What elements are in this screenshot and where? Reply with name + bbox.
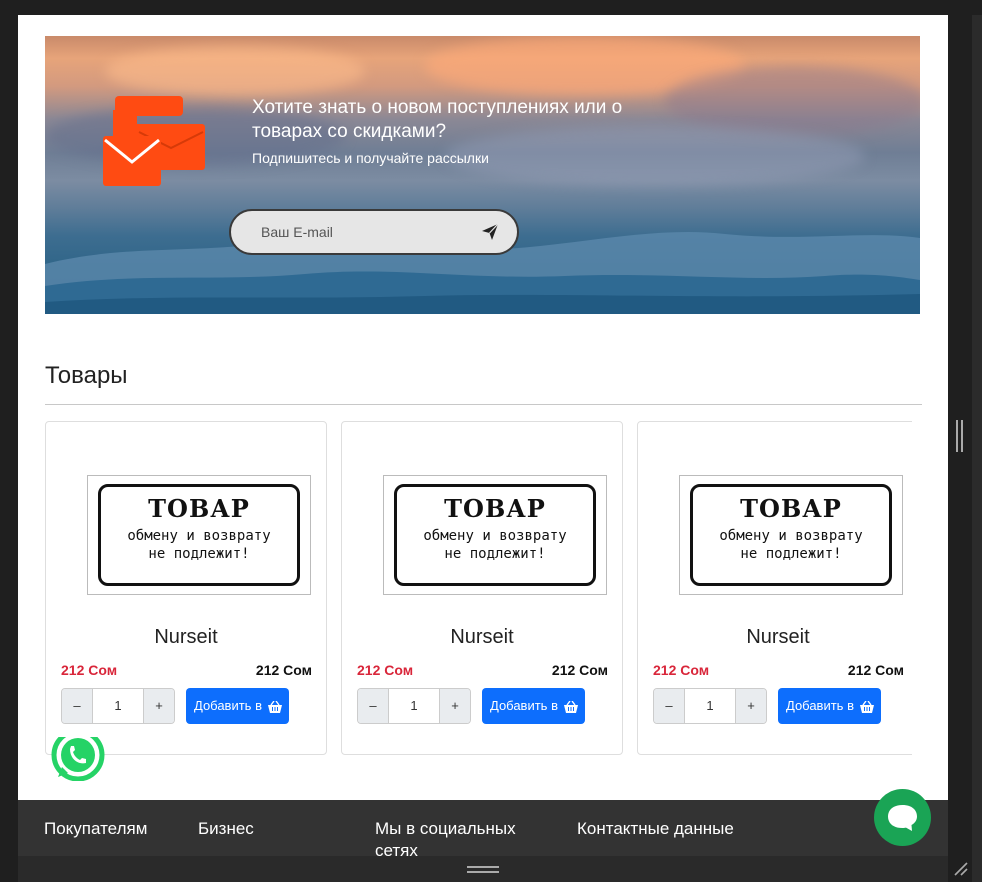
basket-icon — [267, 700, 282, 713]
increment-button[interactable]: + — [735, 689, 766, 723]
product-card[interactable]: ТОВАР обмену и возврату не подлежит! Nur… — [45, 421, 327, 755]
product-image[interactable]: ТОВАР обмену и возврату не подлежит! — [679, 475, 903, 595]
drag-grip-handle[interactable] — [467, 866, 499, 874]
mail-envelopes-icon — [103, 96, 205, 186]
resize-corner-icon[interactable] — [952, 860, 968, 876]
basket-icon — [859, 700, 874, 713]
products-heading: Товары — [45, 362, 128, 389]
old-price: 212 Сом — [357, 662, 414, 678]
decrement-button[interactable]: – — [62, 689, 93, 723]
decrement-button[interactable]: – — [654, 689, 685, 723]
increment-button[interactable]: + — [143, 689, 174, 723]
footer-link-contacts[interactable]: Контактные данные — [577, 818, 734, 840]
product-image-line1: обмену и возврату — [127, 528, 271, 544]
footer-link-social[interactable]: Мы в социальных сетях — [375, 818, 545, 856]
add-to-cart-label: Добавить в — [490, 698, 558, 713]
price: 212 Сом — [551, 662, 608, 678]
product-image[interactable]: ТОВАР обмену и возврату не подлежит! — [87, 475, 311, 595]
quantity-input[interactable]: 1 — [685, 689, 735, 723]
window-left-border — [0, 15, 18, 882]
quantity-input[interactable]: 1 — [389, 689, 439, 723]
divider — [45, 404, 922, 405]
product-image-line2: не подлежит! — [740, 546, 842, 562]
add-to-cart-label: Добавить в — [786, 698, 854, 713]
right-rail — [972, 15, 982, 882]
subscribe-title: Хотите знать о новом поступлениях или о … — [252, 97, 623, 142]
product-image-title: ТОВАР — [148, 494, 250, 523]
footer-link-business[interactable]: Бизнес — [198, 818, 254, 840]
whatsapp-icon[interactable] — [48, 737, 108, 781]
chat-bubble-icon — [888, 805, 917, 831]
price: 212 Сом — [847, 662, 904, 678]
product-image-title: ТОВАР — [740, 494, 842, 523]
product-image-title: ТОВАР — [444, 494, 546, 523]
product-name[interactable]: Nurseit — [638, 626, 912, 649]
footer-link-buyers[interactable]: Покупателям — [44, 818, 147, 840]
chat-button[interactable] — [874, 789, 931, 846]
email-subscribe-form — [229, 209, 519, 255]
decrement-button[interactable]: – — [358, 689, 389, 723]
product-image-line2: не подлежит! — [444, 546, 546, 562]
add-to-cart-label: Добавить в — [194, 698, 262, 713]
product-name[interactable]: Nurseit — [46, 626, 326, 649]
quantity-stepper: – 1 + — [61, 688, 175, 724]
add-to-cart-button[interactable]: Добавить в — [186, 688, 289, 724]
subscribe-banner: Хотите знать о новом поступлениях или о … — [45, 36, 920, 314]
basket-icon — [563, 700, 578, 713]
old-price: 212 Сом — [61, 662, 118, 678]
product-image-line1: обмену и возврату — [423, 528, 567, 544]
product-card[interactable]: ТОВАР обмену и возврату не подлежит! Nur… — [637, 421, 912, 755]
product-card[interactable]: ТОВАР обмену и возврату не подлежит! Nur… — [341, 421, 623, 755]
product-carousel: ТОВАР обмену и возврату не подлежит! Nur… — [45, 421, 912, 755]
quantity-stepper: – 1 + — [357, 688, 471, 724]
subscribe-subtitle: Подпишитесь и получайте рассылки — [252, 150, 489, 166]
increment-button[interactable]: + — [439, 689, 470, 723]
paper-plane-icon[interactable] — [481, 223, 499, 241]
old-price: 212 Сом — [653, 662, 710, 678]
product-image-line1: обмену и возврату — [719, 528, 863, 544]
page-viewport: Хотите знать о новом поступлениях или о … — [18, 15, 948, 800]
quantity-stepper: – 1 + — [653, 688, 767, 724]
quantity-input[interactable]: 1 — [93, 689, 143, 723]
add-to-cart-button[interactable]: Добавить в — [778, 688, 881, 724]
window-top-bar — [0, 0, 982, 15]
product-image[interactable]: ТОВАР обмену и возврату не подлежит! — [383, 475, 607, 595]
site-footer: Покупателям Бизнес Мы в социальных сетях… — [18, 800, 948, 856]
add-to-cart-button[interactable]: Добавить в — [482, 688, 585, 724]
product-name[interactable]: Nurseit — [342, 626, 622, 649]
split-resize-handle[interactable] — [956, 420, 964, 452]
price: 212 Сом — [255, 662, 312, 678]
product-image-line2: не подлежит! — [148, 546, 250, 562]
email-input[interactable] — [261, 222, 461, 242]
